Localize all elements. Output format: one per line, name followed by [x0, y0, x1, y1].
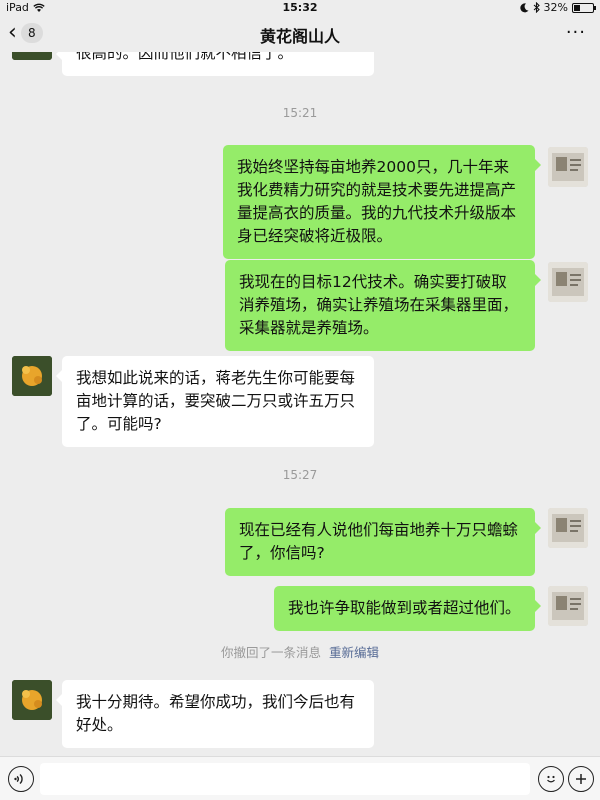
message-text: 我也许争取能做到或者超过他们。 — [288, 599, 521, 617]
message-text: 我始终坚持每亩地养2000只，几十年来我化费精力研究的就是技术要先进提高产量提高… — [237, 158, 517, 245]
more-actions-button[interactable] — [568, 766, 594, 792]
voice-input-button[interactable] — [8, 766, 34, 792]
status-right: 32% — [519, 1, 596, 14]
message-outgoing[interactable]: 我始终坚持每亩地养2000只，几十年来我化费精力研究的就是技术要先进提高产量提高… — [223, 145, 541, 259]
message-text: 现在已经有人说他们每亩地养十万只蟾蜍了，你信吗? — [239, 521, 519, 562]
plus-icon — [576, 774, 586, 784]
bluetooth-icon — [533, 2, 540, 13]
nav-bar: ‹ 8 黄花阁山人 ··· — [0, 16, 600, 52]
message-incoming[interactable]: 我想如此说来的话，蒋老先生你可能要每亩地计算的话，要突破二万只或许五万只了。可能… — [56, 356, 374, 447]
message-text: 我想如此说来的话，蒋老先生你可能要每亩地计算的话，要突破二万只或许五万只了。可能… — [76, 369, 356, 433]
smile-icon — [547, 775, 555, 783]
status-time: 15:32 — [282, 1, 318, 14]
message-text: 我现在的目标12代技术。确实要打破取消养殖场，确实让养殖场在采集器里面，采集器就… — [239, 273, 519, 337]
voice-icon — [14, 773, 23, 785]
message-input[interactable] — [40, 763, 530, 795]
recall-text: 你撤回了一条消息 — [220, 645, 321, 660]
battery-icon — [572, 2, 596, 13]
battery-percent: 32% — [543, 1, 568, 14]
my-avatar[interactable] — [548, 262, 588, 302]
my-avatar[interactable] — [548, 586, 588, 626]
reedit-link[interactable]: 重新编辑 — [329, 645, 379, 660]
contact-avatar[interactable] — [12, 356, 52, 396]
message-outgoing[interactable]: 我也许争取能做到或者超过他们。 — [274, 586, 541, 631]
message-outgoing[interactable]: 现在已经有人说他们每亩地养十万只蟾蜍了，你信吗? — [225, 508, 541, 576]
message-incoming[interactable]: 很高的。因而他们就不相信了。 — [56, 52, 374, 76]
message-incoming[interactable]: 我十分期待。希望你成功，我们今后也有好处。 — [56, 680, 374, 748]
moon-icon — [519, 2, 529, 12]
chat-title: 黄花阁山人 — [259, 27, 340, 46]
message-outgoing[interactable]: 我现在的目标12代技术。确实要打破取消养殖场，确实让养殖场在采集器里面，采集器就… — [225, 260, 541, 351]
chat-area[interactable]: 很高的。因而他们就不相信了。 15:21 我始终坚持每亩地养2000只，几十年来… — [0, 52, 600, 756]
timestamp: 15:21 — [282, 106, 318, 120]
contact-avatar[interactable] — [12, 680, 52, 720]
my-avatar[interactable] — [548, 147, 588, 187]
timestamp: 15:27 — [282, 468, 318, 482]
message-text: 我十分期待。希望你成功，我们今后也有好处。 — [76, 693, 356, 734]
my-avatar[interactable] — [548, 508, 588, 548]
more-options-button[interactable]: ··· — [566, 22, 586, 43]
emoji-button[interactable] — [538, 766, 564, 792]
message-text: 很高的。因而他们就不相信了。 — [76, 52, 294, 62]
recall-notice: 你撤回了一条消息 重新编辑 — [0, 642, 600, 661]
contact-avatar[interactable] — [12, 52, 52, 60]
input-bar — [0, 756, 600, 800]
status-bar: iPad 15:32 32% — [0, 0, 600, 16]
